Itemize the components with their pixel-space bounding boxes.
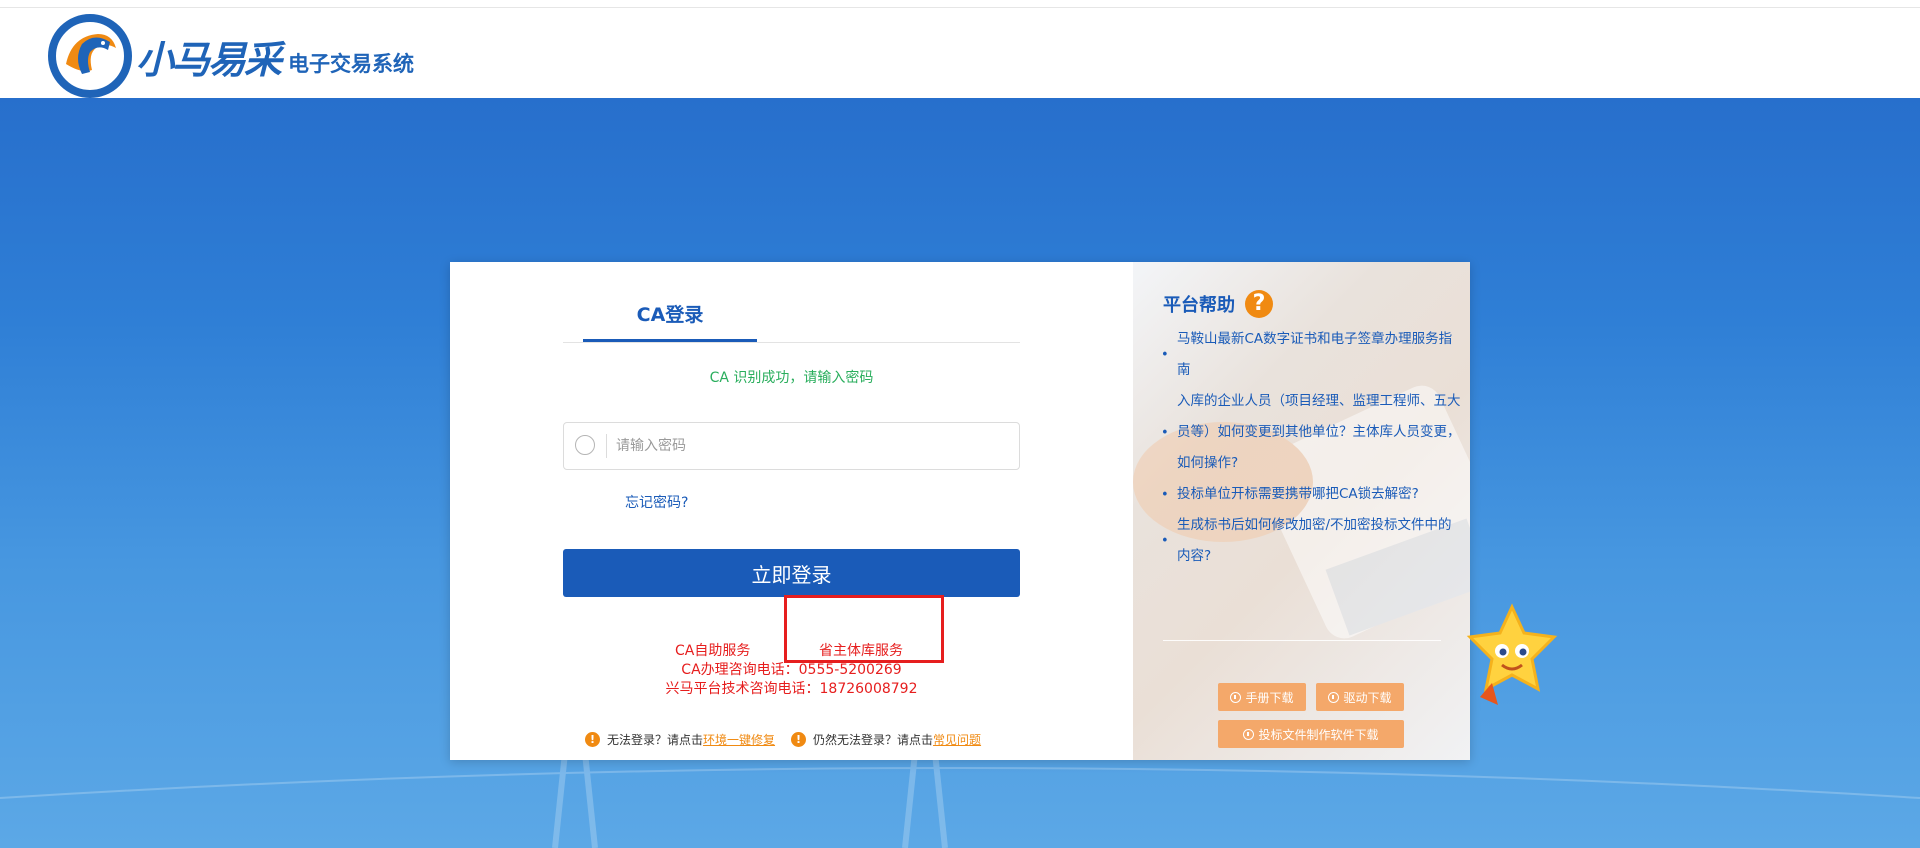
manual-download-button[interactable]: 手册下载: [1218, 683, 1306, 711]
tab-ca-login[interactable]: CA登录: [583, 300, 757, 342]
software-download-button[interactable]: 投标文件制作软件下载: [1218, 720, 1404, 748]
login-hints: ! 无法登录？请点击 环境一键修复 ! 仍然无法登录？请点击 常见问题: [585, 731, 981, 748]
help-title-text: 平台帮助: [1163, 295, 1235, 316]
help-item[interactable]: 生成标书后如何修改加密/不加密投标文件中的内容?: [1153, 510, 1463, 572]
warning-icon: !: [791, 732, 807, 747]
download-icon: [1243, 728, 1255, 740]
horse-logo-icon: [48, 14, 132, 98]
mascot-icon[interactable]: [1466, 603, 1558, 711]
help-panel: 平台帮助 ? 马鞍山最新CA数字证书和电子签章办理服务指南 入库的企业人员（项目…: [1133, 262, 1470, 760]
ca-self-service-link[interactable]: CA自助服务: [675, 640, 750, 660]
download-icon: [1230, 691, 1242, 703]
hint2-text: 仍然无法登录？请点击: [813, 733, 934, 747]
warning-icon: !: [585, 732, 600, 747]
help-item[interactable]: 入库的企业人员（项目经理、监理工程师、五大员等）如何变更到其他单位？主体库人员变…: [1153, 386, 1463, 479]
logo[interactable]: 小马易采 电子交易系统: [48, 14, 414, 98]
download-icon: [1328, 691, 1340, 703]
ca-phone-text: CA办理咨询电话：0555-5200269: [681, 662, 902, 678]
driver-download-label: 驱动下载: [1343, 690, 1392, 705]
password-input[interactable]: [614, 423, 1008, 469]
help-list: 马鞍山最新CA数字证书和电子签章办理服务指南 入库的企业人员（项目经理、监理工程…: [1153, 324, 1463, 572]
ca-status-message: CA 识别成功，请输入密码: [709, 370, 874, 386]
province-entity-service-link[interactable]: 省主体库服务: [819, 640, 903, 660]
logo-title: 小马易采: [136, 36, 282, 82]
question-icon: ?: [1245, 290, 1273, 318]
login-tabs: CA登录: [563, 300, 1020, 343]
hint1-text: 无法登录？请点击: [607, 733, 704, 747]
platform-phone-text: 兴马平台技术咨询电话：18726008792: [665, 681, 918, 697]
env-repair-link[interactable]: 环境一键修复: [703, 731, 775, 748]
help-title: 平台帮助 ?: [1163, 290, 1273, 318]
software-download-label: 投标文件制作软件下载: [1258, 727, 1379, 742]
help-item[interactable]: 马鞍山最新CA数字证书和电子签章办理服务指南: [1153, 324, 1463, 386]
lock-icon: [575, 435, 595, 455]
forgot-password-link[interactable]: 忘记密码?: [625, 492, 688, 512]
login-button[interactable]: 立即登录: [563, 549, 1020, 597]
logo-subtitle: 电子交易系统: [288, 51, 415, 76]
login-panel: CA登录 CA 识别成功，请输入密码 忘记密码? 立即登录 CA自助服务 省主体…: [450, 262, 1133, 760]
driver-download-button[interactable]: 驱动下载: [1316, 683, 1404, 711]
input-divider: [606, 434, 607, 458]
manual-download-label: 手册下载: [1245, 690, 1294, 705]
login-card: CA登录 CA 识别成功，请输入密码 忘记密码? 立即登录 CA自助服务 省主体…: [450, 262, 1470, 760]
faq-link[interactable]: 常见问题: [933, 731, 981, 748]
help-item[interactable]: 投标单位开标需要携带哪把CA锁去解密?: [1153, 479, 1463, 510]
header: 小马易采 电子交易系统: [0, 8, 1920, 98]
help-divider: [1163, 640, 1441, 641]
password-field[interactable]: [563, 422, 1020, 470]
top-border: [0, 0, 1920, 8]
